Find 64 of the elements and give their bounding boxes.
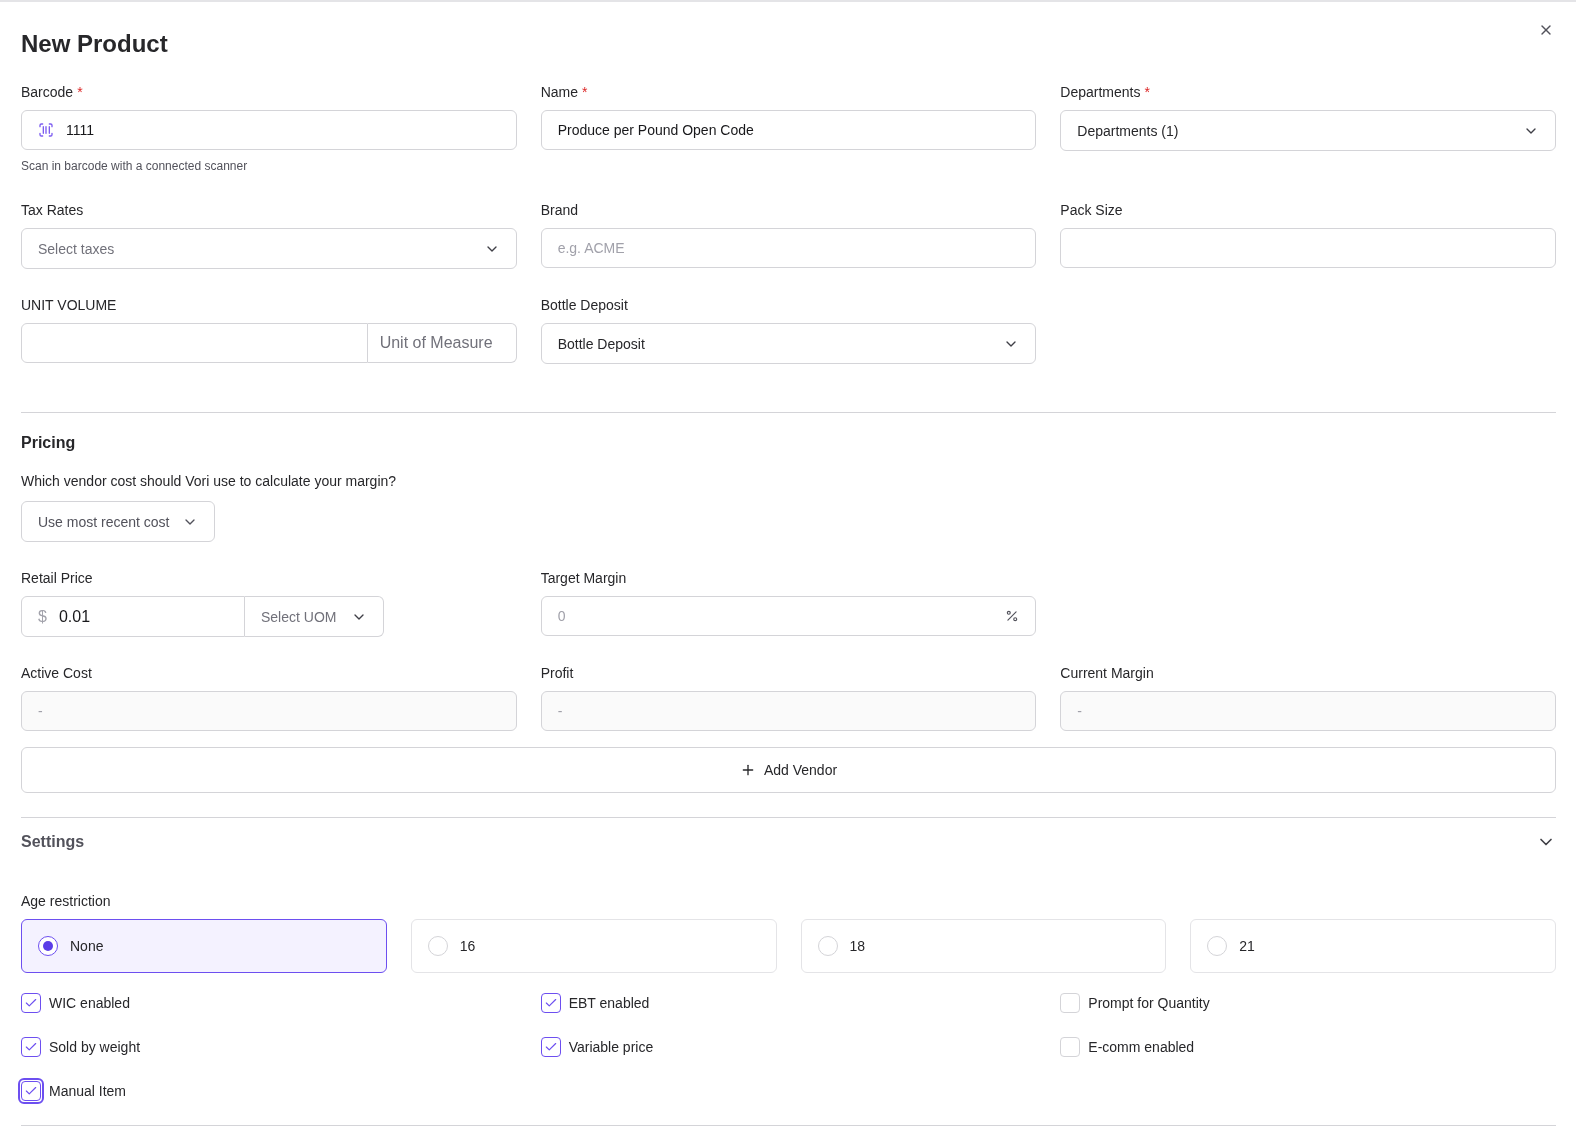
check-icon bbox=[543, 996, 558, 1010]
cost-select-dropdown[interactable]: Use most recent cost bbox=[21, 501, 215, 542]
uom-select-dropdown[interactable]: Select UOM bbox=[245, 596, 384, 637]
field-label: UNIT VOLUME bbox=[21, 296, 117, 315]
field-label: Active Cost bbox=[21, 664, 92, 683]
check-icon bbox=[24, 1084, 38, 1098]
checkbox[interactable] bbox=[540, 993, 561, 1013]
field-label: Profit bbox=[540, 664, 574, 683]
unit-of-measure-field[interactable]: Unit of Measure bbox=[367, 323, 517, 363]
select-dropdown[interactable]: Departments (1) bbox=[1060, 110, 1556, 151]
field-label: Name bbox=[540, 83, 578, 102]
field-label: Tax Rates bbox=[21, 201, 84, 220]
field-label: Target Margin bbox=[540, 569, 627, 588]
required-asterisk: * bbox=[77, 83, 83, 102]
field-label: Departments bbox=[1060, 83, 1141, 102]
age-option-card[interactable]: 18 bbox=[800, 919, 1167, 973]
checkbox[interactable] bbox=[21, 1037, 41, 1057]
checkbox-label: WIC enabled bbox=[49, 994, 130, 1013]
age-option-card[interactable]: 21 bbox=[1190, 919, 1556, 973]
check-icon bbox=[24, 1040, 38, 1054]
barcode-scan-icon bbox=[38, 122, 54, 138]
checkbox-label: Sold by weight bbox=[49, 1038, 141, 1057]
readonly-field: - bbox=[1060, 691, 1556, 731]
select-dropdown[interactable]: Bottle Deposit bbox=[540, 323, 1037, 364]
select-dropdown[interactable]: Select taxes bbox=[21, 228, 517, 269]
add-vendor-button[interactable]: Add Vendor bbox=[21, 747, 1556, 793]
field-label: Brand bbox=[540, 201, 578, 220]
checkbox[interactable] bbox=[21, 993, 41, 1013]
dialog-title: New Product bbox=[21, 29, 168, 59]
checkbox-label: E-comm enabled bbox=[1088, 1038, 1195, 1057]
question-text: Which vendor cost should Vori use to calculate your margin? bbox=[21, 472, 398, 491]
checkbox-label: Prompt for Quantity bbox=[1088, 994, 1210, 1013]
unit-volume-field[interactable] bbox=[21, 323, 368, 363]
radio-button bbox=[817, 936, 838, 956]
required-asterisk: * bbox=[1144, 83, 1150, 102]
age-option-card[interactable]: 16 bbox=[410, 919, 777, 973]
age-option-card[interactable]: None bbox=[21, 919, 387, 973]
settings-section-header[interactable]: Settings bbox=[21, 818, 1556, 866]
percent-icon bbox=[1005, 609, 1020, 623]
radio-button bbox=[427, 936, 448, 956]
check-icon bbox=[543, 1040, 558, 1054]
field-label: Barcode bbox=[21, 83, 74, 102]
helper-text: Scan in barcode with a connected scanner bbox=[21, 158, 249, 174]
radio-button bbox=[38, 936, 58, 956]
field-label: Retail Price bbox=[21, 569, 93, 588]
field-label: Age restriction bbox=[21, 892, 111, 911]
readonly-field: - bbox=[540, 691, 1037, 731]
text-field[interactable] bbox=[1060, 228, 1556, 268]
checkbox-label: EBT enabled bbox=[568, 994, 650, 1013]
field-label: Current Margin bbox=[1060, 664, 1154, 683]
field-label: Pack Size bbox=[1060, 201, 1123, 220]
radio-button bbox=[1207, 936, 1228, 956]
check-icon bbox=[24, 996, 38, 1010]
currency-symbol: $ bbox=[38, 606, 47, 627]
readonly-field: - bbox=[21, 691, 517, 731]
barcode-field[interactable]: 1111 bbox=[21, 110, 517, 150]
required-asterisk: * bbox=[582, 83, 588, 102]
checkbox-label: Manual Item bbox=[49, 1082, 127, 1101]
field-label: Bottle Deposit bbox=[540, 296, 628, 315]
checkbox-label: Variable price bbox=[568, 1038, 654, 1057]
retail-price-field[interactable]: $ 0.01 bbox=[21, 596, 245, 637]
section-heading: Pricing bbox=[21, 433, 77, 453]
checkbox[interactable] bbox=[540, 1037, 561, 1057]
text-field[interactable]: Produce per Pound Open Code bbox=[540, 110, 1037, 150]
